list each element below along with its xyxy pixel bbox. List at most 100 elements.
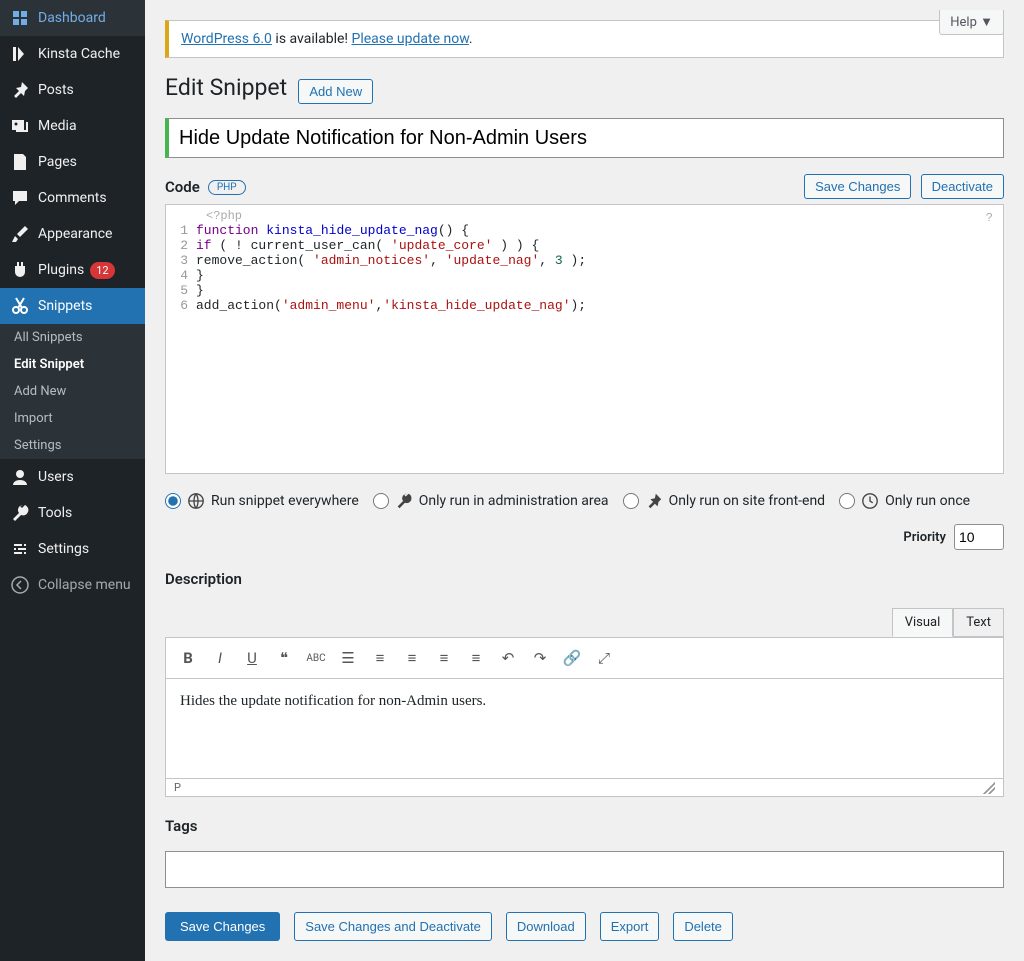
- description-status-bar: P: [165, 779, 1004, 797]
- sidebar-label: Posts: [38, 82, 74, 98]
- submenu-add-new[interactable]: Add New: [0, 378, 145, 405]
- resize-handle[interactable]: [983, 782, 995, 794]
- pages-icon: [10, 152, 30, 172]
- scope-front[interactable]: Only run on site front-end: [623, 492, 826, 510]
- sidebar-item-posts[interactable]: Posts: [0, 72, 145, 108]
- sidebar-label: Plugins: [38, 262, 84, 278]
- sidebar-label: Users: [38, 469, 74, 485]
- settings-icon: [10, 539, 30, 559]
- scope-once-radio[interactable]: [839, 493, 855, 509]
- snippet-title-input[interactable]: [165, 118, 1004, 158]
- submenu-import[interactable]: Import: [0, 405, 145, 432]
- add-new-button[interactable]: Add New: [298, 79, 373, 104]
- update-badge: 12: [90, 262, 114, 279]
- sidebar-item-appearance[interactable]: Appearance: [0, 216, 145, 252]
- sidebar-label: Kinsta Cache: [38, 46, 120, 62]
- italic-button[interactable]: I: [206, 644, 234, 672]
- editor-tabs: Visual Text: [165, 608, 1004, 637]
- priority-input[interactable]: [954, 524, 1004, 550]
- scope-label: Only run once: [885, 493, 970, 509]
- tab-visual[interactable]: Visual: [892, 608, 954, 637]
- sidebar-item-media[interactable]: Media: [0, 108, 145, 144]
- notice-suffix: .: [469, 31, 473, 47]
- sidebar-item-plugins[interactable]: Plugins 12: [0, 252, 145, 288]
- sidebar-label: Media: [38, 118, 77, 134]
- code-label: Code PHP: [165, 178, 798, 196]
- update-notice: WordPress 6.0 is available! Please updat…: [165, 20, 1004, 58]
- submenu-settings[interactable]: Settings: [0, 432, 145, 459]
- fullscreen-button[interactable]: ⤢: [590, 644, 618, 672]
- priority-field: Priority: [903, 524, 1004, 550]
- submenu-edit-snippet[interactable]: Edit Snippet: [0, 351, 145, 378]
- submenu-all-snippets[interactable]: All Snippets: [0, 324, 145, 351]
- php-pill: PHP: [208, 180, 246, 195]
- scope-everywhere-radio[interactable]: [165, 493, 181, 509]
- description-editor[interactable]: Hides the update notification for non-Ad…: [165, 679, 1004, 779]
- align-right-button[interactable]: ≡: [462, 644, 490, 672]
- sidebar-label: Pages: [38, 154, 77, 170]
- align-left-button[interactable]: ≡: [398, 644, 426, 672]
- scope-admin[interactable]: Only run in administration area: [373, 492, 609, 510]
- code-help-icon[interactable]: ?: [986, 211, 993, 225]
- scope-once[interactable]: Only run once: [839, 492, 970, 510]
- help-tab[interactable]: Help ▼: [939, 10, 1004, 35]
- align-center-button[interactable]: ≡: [430, 644, 458, 672]
- redo-button[interactable]: ↷: [526, 644, 554, 672]
- globe-icon: [187, 492, 205, 510]
- sidebar-item-users[interactable]: Users: [0, 459, 145, 495]
- deactivate-button[interactable]: Deactivate: [921, 174, 1004, 199]
- collapse-icon: [10, 575, 30, 595]
- plugin-icon: [10, 260, 30, 280]
- tags-input[interactable]: [165, 851, 1004, 888]
- delete-button[interactable]: Delete: [673, 912, 733, 941]
- snippets-icon: [10, 296, 30, 316]
- underline-button[interactable]: U: [238, 644, 266, 672]
- download-button[interactable]: Download: [506, 912, 586, 941]
- users-icon: [10, 467, 30, 487]
- save-deactivate-button[interactable]: Save Changes and Deactivate: [294, 912, 492, 941]
- scope-everywhere[interactable]: Run snippet everywhere: [165, 492, 359, 510]
- scope-label: Run snippet everywhere: [211, 493, 359, 509]
- code-editor[interactable]: ? <?php 1function kinsta_hide_update_nag…: [165, 204, 1004, 474]
- bold-button[interactable]: B: [174, 644, 202, 672]
- pin-icon: [645, 492, 663, 510]
- top-actions: Save Changes Deactivate: [798, 174, 1004, 199]
- comments-icon: [10, 188, 30, 208]
- save-changes-button[interactable]: Save Changes: [165, 912, 280, 941]
- number-list-button[interactable]: ≡: [366, 644, 394, 672]
- sidebar-label: Comments: [38, 190, 107, 206]
- save-changes-button-top[interactable]: Save Changes: [804, 174, 911, 199]
- update-now-link[interactable]: Please update now: [352, 31, 469, 47]
- priority-label: Priority: [903, 530, 946, 545]
- dashboard-icon: [10, 8, 30, 28]
- bullet-list-button[interactable]: ☰: [334, 644, 362, 672]
- sidebar-item-collapse[interactable]: Collapse menu: [0, 567, 145, 603]
- page-title: Edit Snippet: [165, 74, 287, 101]
- sidebar-item-pages[interactable]: Pages: [0, 144, 145, 180]
- sidebar-item-dashboard[interactable]: Dashboard: [0, 0, 145, 36]
- scope-front-radio[interactable]: [623, 493, 639, 509]
- editor-toolbar: B I U ❝ ABC ☰ ≡ ≡ ≡ ≡ ↶ ↷ 🔗 ⤢: [165, 637, 1004, 679]
- sidebar-item-tools[interactable]: Tools: [0, 495, 145, 531]
- wp-version-link[interactable]: WordPress 6.0: [181, 31, 272, 47]
- sidebar-item-snippets[interactable]: Snippets: [0, 288, 145, 324]
- link-button[interactable]: 🔗: [558, 644, 586, 672]
- export-button[interactable]: Export: [600, 912, 660, 941]
- description-label: Description: [165, 570, 1004, 588]
- sidebar-label: Dashboard: [38, 10, 106, 26]
- pin-icon: [10, 80, 30, 100]
- kinsta-icon: [10, 44, 30, 64]
- quote-button[interactable]: ❝: [270, 644, 298, 672]
- code-php-open: <?php: [166, 205, 1003, 223]
- strike-button[interactable]: ABC: [302, 644, 330, 672]
- wrench-icon: [395, 492, 413, 510]
- tab-text[interactable]: Text: [953, 608, 1004, 637]
- code-label-text: Code: [165, 178, 200, 196]
- sidebar-item-settings[interactable]: Settings: [0, 531, 145, 567]
- brush-icon: [10, 224, 30, 244]
- sidebar-item-kinsta-cache[interactable]: Kinsta Cache: [0, 36, 145, 72]
- clock-icon: [861, 492, 879, 510]
- scope-admin-radio[interactable]: [373, 493, 389, 509]
- undo-button[interactable]: ↶: [494, 644, 522, 672]
- sidebar-item-comments[interactable]: Comments: [0, 180, 145, 216]
